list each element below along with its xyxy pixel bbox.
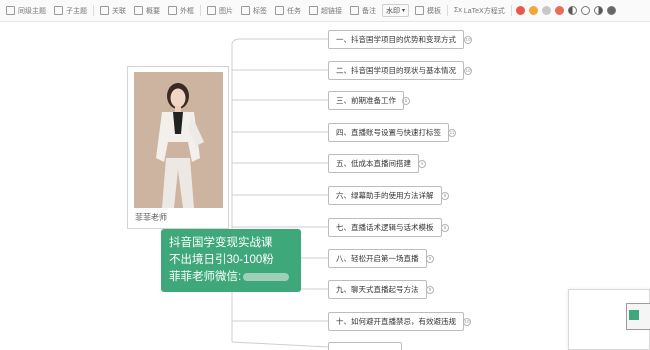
boundary-button[interactable]: 外框 xyxy=(164,0,198,22)
theme-dark-icon[interactable] xyxy=(606,6,616,15)
hyperlink-button[interactable]: 超链接 xyxy=(305,0,346,22)
insert-sibling-button[interactable]: 同级主题 xyxy=(2,0,50,22)
topic-7[interactable]: 七、直播话术逻辑与话术模板 xyxy=(328,218,442,237)
child-topic-icon xyxy=(54,6,63,15)
topic-label: 一、抖音国学项目的优势和变现方式 xyxy=(336,35,456,44)
image-button[interactable]: 图片 xyxy=(203,0,237,22)
topic-11-partial[interactable] xyxy=(328,342,402,350)
task-icon xyxy=(275,6,284,15)
boundary-label: 外框 xyxy=(180,7,194,15)
topic-10[interactable]: 十、如何避开直播禁忌，有效避违规 xyxy=(328,312,464,331)
root-contact-line: 菲菲老师微信: xyxy=(169,269,301,286)
boundary-icon xyxy=(168,6,177,15)
collapse-count-badge[interactable]: 8 xyxy=(441,192,449,200)
toolbar-divider xyxy=(93,5,94,16)
template-label: 模板 xyxy=(427,7,442,15)
topic-9[interactable]: 九、聊天式直播起号方法 xyxy=(328,280,427,299)
theme-light-icon[interactable] xyxy=(580,6,590,15)
topic-8[interactable]: 八、轻松开启第一场直播 xyxy=(328,249,427,268)
sibling-topic-icon xyxy=(6,6,15,15)
connector-lines xyxy=(231,38,329,348)
summary-button[interactable]: 概要 xyxy=(130,0,164,22)
collapse-count-badge[interactable]: 5 xyxy=(441,224,449,232)
topic-label: 六、绿幕助手的使用方法详解 xyxy=(336,191,434,200)
topic-1[interactable]: 一、抖音国学项目的优势和变现方式 xyxy=(328,30,464,49)
color-gray-swatch[interactable] xyxy=(541,6,551,15)
root-contact-label: 菲菲老师微信: xyxy=(169,271,242,283)
toolbar-divider xyxy=(447,5,449,16)
collapse-count-badge[interactable]: 9 xyxy=(426,255,434,263)
collapse-count-badge[interactable]: 4 xyxy=(418,160,426,168)
topic-6[interactable]: 六、绿幕助手的使用方法详解 xyxy=(328,186,442,205)
collapse-count-badge[interactable]: 10 xyxy=(463,318,471,326)
note-icon xyxy=(350,6,359,15)
relation-button[interactable]: 关联 xyxy=(96,0,130,22)
toolbar-divider xyxy=(510,5,512,16)
image-caption: 菲菲老师 xyxy=(135,213,167,222)
child-topic-label: 子主题 xyxy=(66,7,87,15)
color-coral-swatch[interactable] xyxy=(554,6,564,15)
task-label: 任务 xyxy=(287,7,301,15)
summary-label: 概要 xyxy=(146,7,160,15)
chevron-down-icon: ▾ xyxy=(402,8,406,14)
topic-5[interactable]: 五、低成本直播间搭建 xyxy=(328,154,419,173)
topic-label: 七、直播话术逻辑与话术模板 xyxy=(336,223,434,232)
topic-3[interactable]: 三、前期准备工作 xyxy=(328,91,404,110)
topic-label: 五、低成本直播间搭建 xyxy=(336,159,411,168)
link-icon xyxy=(309,6,318,15)
watermark-dropdown[interactable]: 水印 ▾ xyxy=(382,4,410,17)
image-topic-card[interactable]: 菲菲老师 xyxy=(127,66,229,229)
topic-4[interactable]: 四、直播账号设置与快速打标签 xyxy=(328,123,449,142)
relation-icon xyxy=(100,6,109,15)
hyperlink-label: 超链接 xyxy=(321,7,342,15)
topic-label: 三、前期准备工作 xyxy=(336,96,396,105)
tag-button[interactable]: 标签 xyxy=(237,0,271,22)
task-button[interactable]: 任务 xyxy=(271,0,305,22)
minimap[interactable] xyxy=(568,289,650,350)
color-red-swatch[interactable] xyxy=(515,6,525,15)
latex-label: LaTeX方程式 xyxy=(463,7,505,15)
blurred-wechat-id xyxy=(243,272,290,281)
portrait-photo xyxy=(134,72,223,208)
insert-child-button[interactable]: 子主题 xyxy=(50,0,91,22)
topic-label: 八、轻松开启第一场直播 xyxy=(336,254,419,263)
collapse-count-badge[interactable]: 10 xyxy=(464,67,472,75)
collapse-count-badge[interactable]: 10 xyxy=(464,36,472,44)
sibling-topic-label: 同级主题 xyxy=(18,7,46,15)
tag-icon xyxy=(241,6,250,15)
color-orange-swatch[interactable] xyxy=(528,6,538,15)
collapse-count-badge[interactable]: 11 xyxy=(448,129,456,137)
minimap-root-marker xyxy=(629,310,639,320)
template-button[interactable]: 模板 xyxy=(411,0,445,22)
collapse-count-badge[interactable]: 9 xyxy=(426,286,434,294)
topic-label: 九、聊天式直播起号方法 xyxy=(336,285,419,294)
theme-contrast-icon[interactable] xyxy=(593,6,603,15)
root-title-line: 抖音国学变现实战课 xyxy=(169,237,273,249)
topic-label: 十、如何避开直播禁忌，有效避违规 xyxy=(336,317,456,326)
portrait-illustration xyxy=(134,72,223,208)
summary-icon xyxy=(134,6,143,15)
topic-label: 二、抖音国学项目的现状与基本情况 xyxy=(336,66,456,75)
relation-label: 关联 xyxy=(112,7,126,15)
watermark-dropdown-label: 水印 xyxy=(386,7,400,15)
root-subtitle-line: 不出境日引30-100粉 xyxy=(169,254,274,266)
latex-icon: Σx xyxy=(454,7,462,14)
topic-label: 四、直播账号设置与快速打标签 xyxy=(336,128,441,137)
template-icon xyxy=(415,6,425,15)
latex-button[interactable]: Σx LaTeX方程式 xyxy=(450,0,509,22)
note-label: 备注 xyxy=(362,7,376,15)
image-label: 图片 xyxy=(219,7,233,15)
theme-half-icon[interactable] xyxy=(567,6,577,15)
toolbar: 同级主题 子主题 关联 概要 外框 图片 标签 任务 超链接 备注 水印 ▾ 模板… xyxy=(0,0,650,22)
mindmap-canvas[interactable]: 菲菲老师 抖音国学变现实战课 不出境日引30-100粉 菲菲老师微信: 一、抖音… xyxy=(0,22,650,350)
image-icon xyxy=(207,6,216,15)
tag-label: 标签 xyxy=(253,7,267,15)
topic-2[interactable]: 二、抖音国学项目的现状与基本情况 xyxy=(328,61,464,80)
collapse-count-badge[interactable]: 5 xyxy=(402,97,410,105)
note-button[interactable]: 备注 xyxy=(346,0,380,22)
root-topic[interactable]: 抖音国学变现实战课 不出境日引30-100粉 菲菲老师微信: xyxy=(161,229,301,292)
toolbar-divider xyxy=(200,5,201,16)
